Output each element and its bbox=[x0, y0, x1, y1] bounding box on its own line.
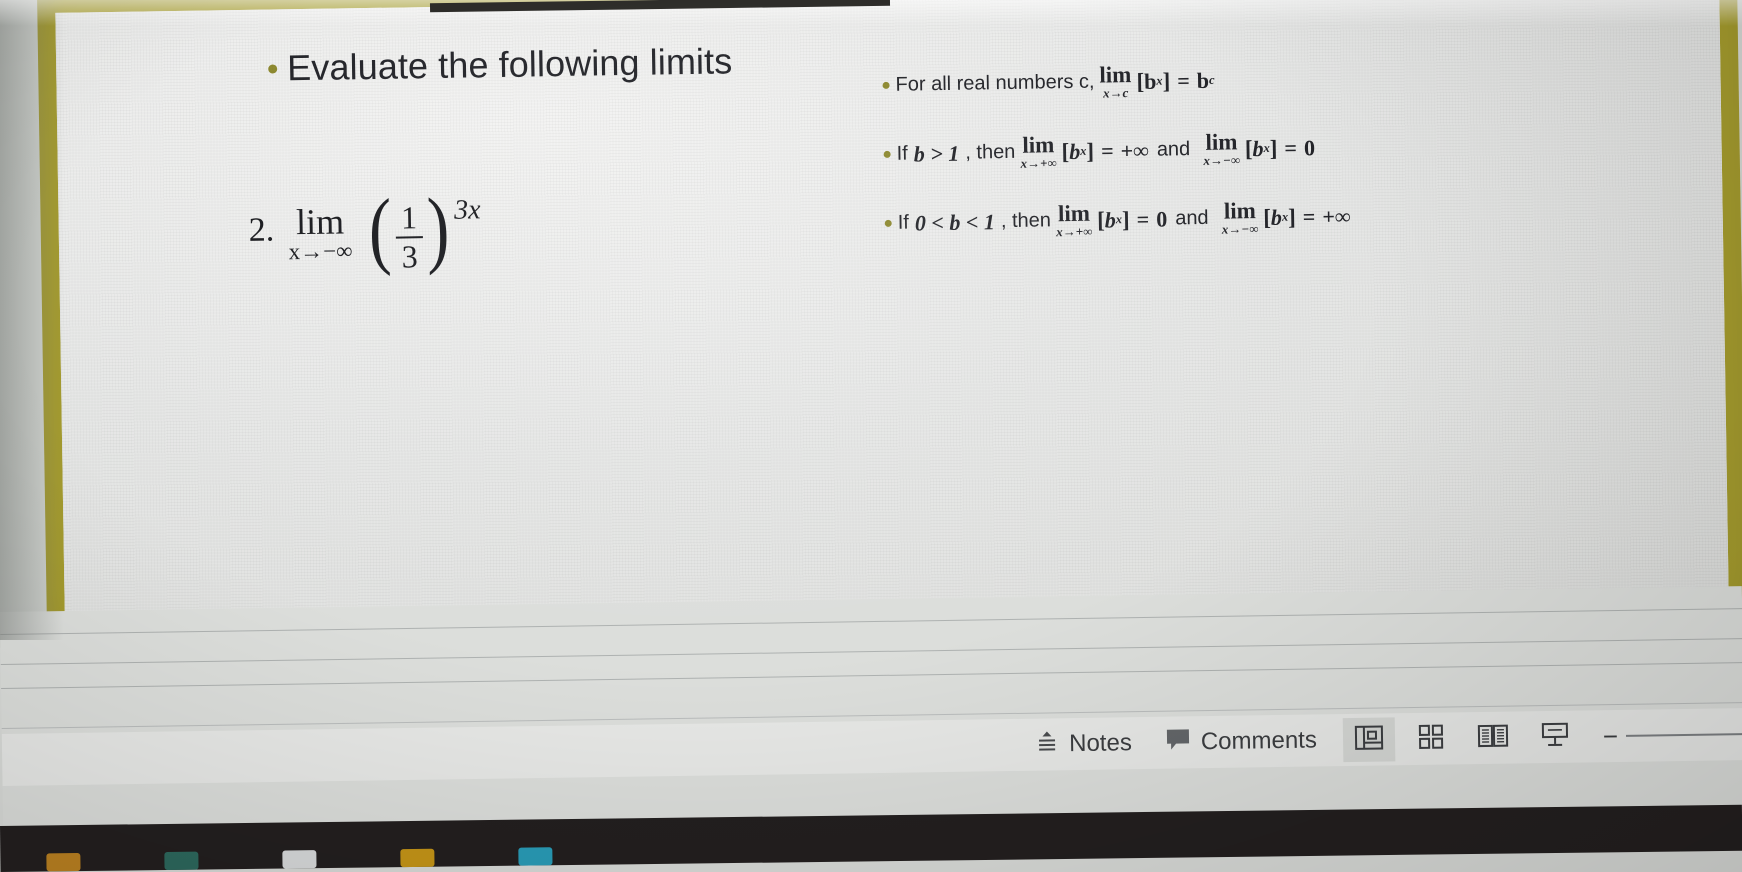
base-symbol: b bbox=[1143, 68, 1157, 94]
zoom-out-button[interactable]: − bbox=[1603, 721, 1619, 751]
rule-item: For all real numbers c, lim x→c [ bx ] =… bbox=[882, 56, 1642, 103]
bracket-close: ] bbox=[1269, 135, 1278, 161]
normal-view-button[interactable] bbox=[1342, 717, 1396, 763]
equals-sign: = bbox=[1100, 138, 1114, 164]
divider-line bbox=[1, 661, 1742, 689]
slide-show-icon bbox=[1539, 719, 1572, 754]
rule-condition: b > 1 bbox=[913, 140, 960, 167]
limit-word: lim bbox=[1205, 129, 1238, 156]
rule-if-keyword: If bbox=[897, 211, 910, 235]
rule-result-first: +∞ bbox=[1120, 137, 1150, 163]
photographed-screen: Evaluate the following limits 2. lim x→−… bbox=[0, 0, 1742, 872]
limit-subscript: x→−∞ bbox=[1221, 221, 1259, 238]
limit-problem: 2. lim x→−∞ ( 1 3 ) 3x bbox=[248, 179, 482, 278]
zoom-slider-track[interactable] bbox=[1626, 732, 1742, 737]
base-symbol: b bbox=[1069, 138, 1081, 164]
fraction-denominator: 3 bbox=[401, 237, 418, 275]
equals-sign: = bbox=[1136, 206, 1150, 232]
rule-item: If b > 1 , then lim x→+∞ [ bx ] = +∞ and… bbox=[883, 125, 1643, 172]
bullet-dot-icon bbox=[884, 220, 892, 228]
base-symbol: b bbox=[1252, 135, 1264, 161]
rule-result-first: 0 bbox=[1156, 206, 1168, 232]
rule-and-keyword: and bbox=[1156, 138, 1191, 161]
equals-sign: = bbox=[1284, 135, 1298, 161]
status-bar: Notes Comments − bbox=[1, 707, 1742, 786]
bracket-close: ] bbox=[1121, 206, 1130, 233]
rule-result-second: +∞ bbox=[1322, 203, 1351, 229]
reading-view-icon bbox=[1476, 721, 1510, 755]
limit-subscript: x→+∞ bbox=[1056, 224, 1093, 240]
slide-olive-border: Evaluate the following limits 2. lim x→−… bbox=[37, 0, 1742, 636]
equals-sign: = bbox=[1302, 204, 1316, 230]
comments-label: Comments bbox=[1200, 726, 1318, 756]
limit-word: lim bbox=[1223, 198, 1256, 224]
base-symbol: b bbox=[1104, 207, 1117, 233]
result-base: b bbox=[1196, 67, 1210, 93]
limit-word: lim bbox=[295, 201, 345, 243]
divider-line bbox=[0, 607, 1742, 635]
slide-sorter-icon bbox=[1416, 721, 1447, 756]
slide-content: Evaluate the following limits 2. lim x→−… bbox=[55, 0, 1728, 613]
reading-view-button[interactable] bbox=[1467, 715, 1520, 760]
limit-subscript: x→+∞ bbox=[1020, 155, 1057, 172]
rule-condition: 0 < b < 1 bbox=[914, 209, 996, 236]
normal-view-icon bbox=[1353, 722, 1386, 757]
slide-body: Evaluate the following limits 2. lim x→−… bbox=[55, 0, 1729, 613]
taskbar-icon[interactable] bbox=[46, 853, 81, 872]
rule-prefix: For all real numbers c, bbox=[895, 70, 1095, 96]
fraction-numerator: 1 bbox=[400, 199, 418, 236]
limit-rules-list: For all real numbers c, lim x→c [ bx ] =… bbox=[882, 56, 1645, 275]
notes-button[interactable]: Notes bbox=[1018, 721, 1148, 767]
rule-item: If 0 < b < 1 , then lim x→+∞ [ bx ] = 0 bbox=[884, 194, 1644, 241]
bracket-close: ] bbox=[1162, 68, 1171, 94]
divider-line bbox=[0, 637, 1742, 665]
slide-canvas: Evaluate the following limits 2. lim x→−… bbox=[0, 0, 1742, 649]
limit-operator: lim x→−∞ bbox=[288, 201, 353, 265]
fraction: 1 3 bbox=[395, 199, 423, 275]
limit-operator: lim x→−∞ bbox=[1203, 129, 1241, 169]
powerpoint-lower-chrome: Notes Comments − bbox=[0, 586, 1742, 836]
taskbar-icon[interactable] bbox=[282, 850, 317, 869]
slide-sorter-view-button[interactable] bbox=[1405, 716, 1458, 761]
rule-then-keyword: , then bbox=[965, 141, 1016, 164]
taskbar-icon[interactable] bbox=[164, 851, 199, 870]
rule-and-keyword: and bbox=[1175, 207, 1209, 230]
bracket-close: ] bbox=[1086, 138, 1095, 164]
limit-word: lim bbox=[1057, 201, 1091, 227]
result-exponent: c bbox=[1208, 72, 1215, 87]
exponent: 3x bbox=[453, 194, 481, 226]
bracket-close: ] bbox=[1287, 204, 1296, 230]
problem-number: 2. bbox=[248, 211, 275, 249]
limit-subscript: x→−∞ bbox=[1203, 152, 1241, 169]
rule-then-keyword: , then bbox=[1000, 209, 1052, 233]
fraction-group: ( 1 3 ) 3x bbox=[366, 179, 482, 278]
taskbar-icon[interactable] bbox=[400, 848, 435, 868]
limit-subscript: x→−∞ bbox=[288, 238, 353, 265]
comment-bubble-icon bbox=[1164, 726, 1192, 759]
slide-title-bullet: Evaluate the following limits bbox=[268, 40, 733, 89]
limit-word: lim bbox=[1022, 132, 1055, 158]
slide-title-text: Evaluate the following limits bbox=[286, 40, 733, 89]
limit-operator: lim x→−∞ bbox=[1221, 198, 1259, 238]
rule-result-second: 0 bbox=[1303, 134, 1316, 161]
comments-button[interactable]: Comments bbox=[1148, 718, 1334, 765]
limit-word: lim bbox=[1099, 62, 1132, 88]
bullet-dot-icon bbox=[882, 81, 890, 90]
bullet-dot-icon bbox=[268, 63, 278, 74]
limit-subscript: x→c bbox=[1102, 85, 1129, 101]
bullet-dot-icon bbox=[883, 151, 891, 159]
paren-open: ( bbox=[368, 180, 393, 278]
limit-operator: lim x→+∞ bbox=[1020, 132, 1057, 172]
zoom-slider[interactable]: − bbox=[1603, 721, 1742, 751]
slide-show-view-button[interactable] bbox=[1529, 715, 1582, 760]
taskbar-icon[interactable] bbox=[518, 847, 553, 866]
notes-icon bbox=[1034, 728, 1060, 761]
notes-label: Notes bbox=[1068, 729, 1133, 758]
limit-operator: lim x→c bbox=[1099, 62, 1132, 101]
limit-operator: lim x→+∞ bbox=[1056, 201, 1093, 240]
base-symbol: b bbox=[1270, 204, 1283, 230]
rule-if-keyword: If bbox=[896, 142, 908, 165]
equals-sign: = bbox=[1177, 67, 1190, 93]
paren-close: ) bbox=[426, 179, 451, 277]
